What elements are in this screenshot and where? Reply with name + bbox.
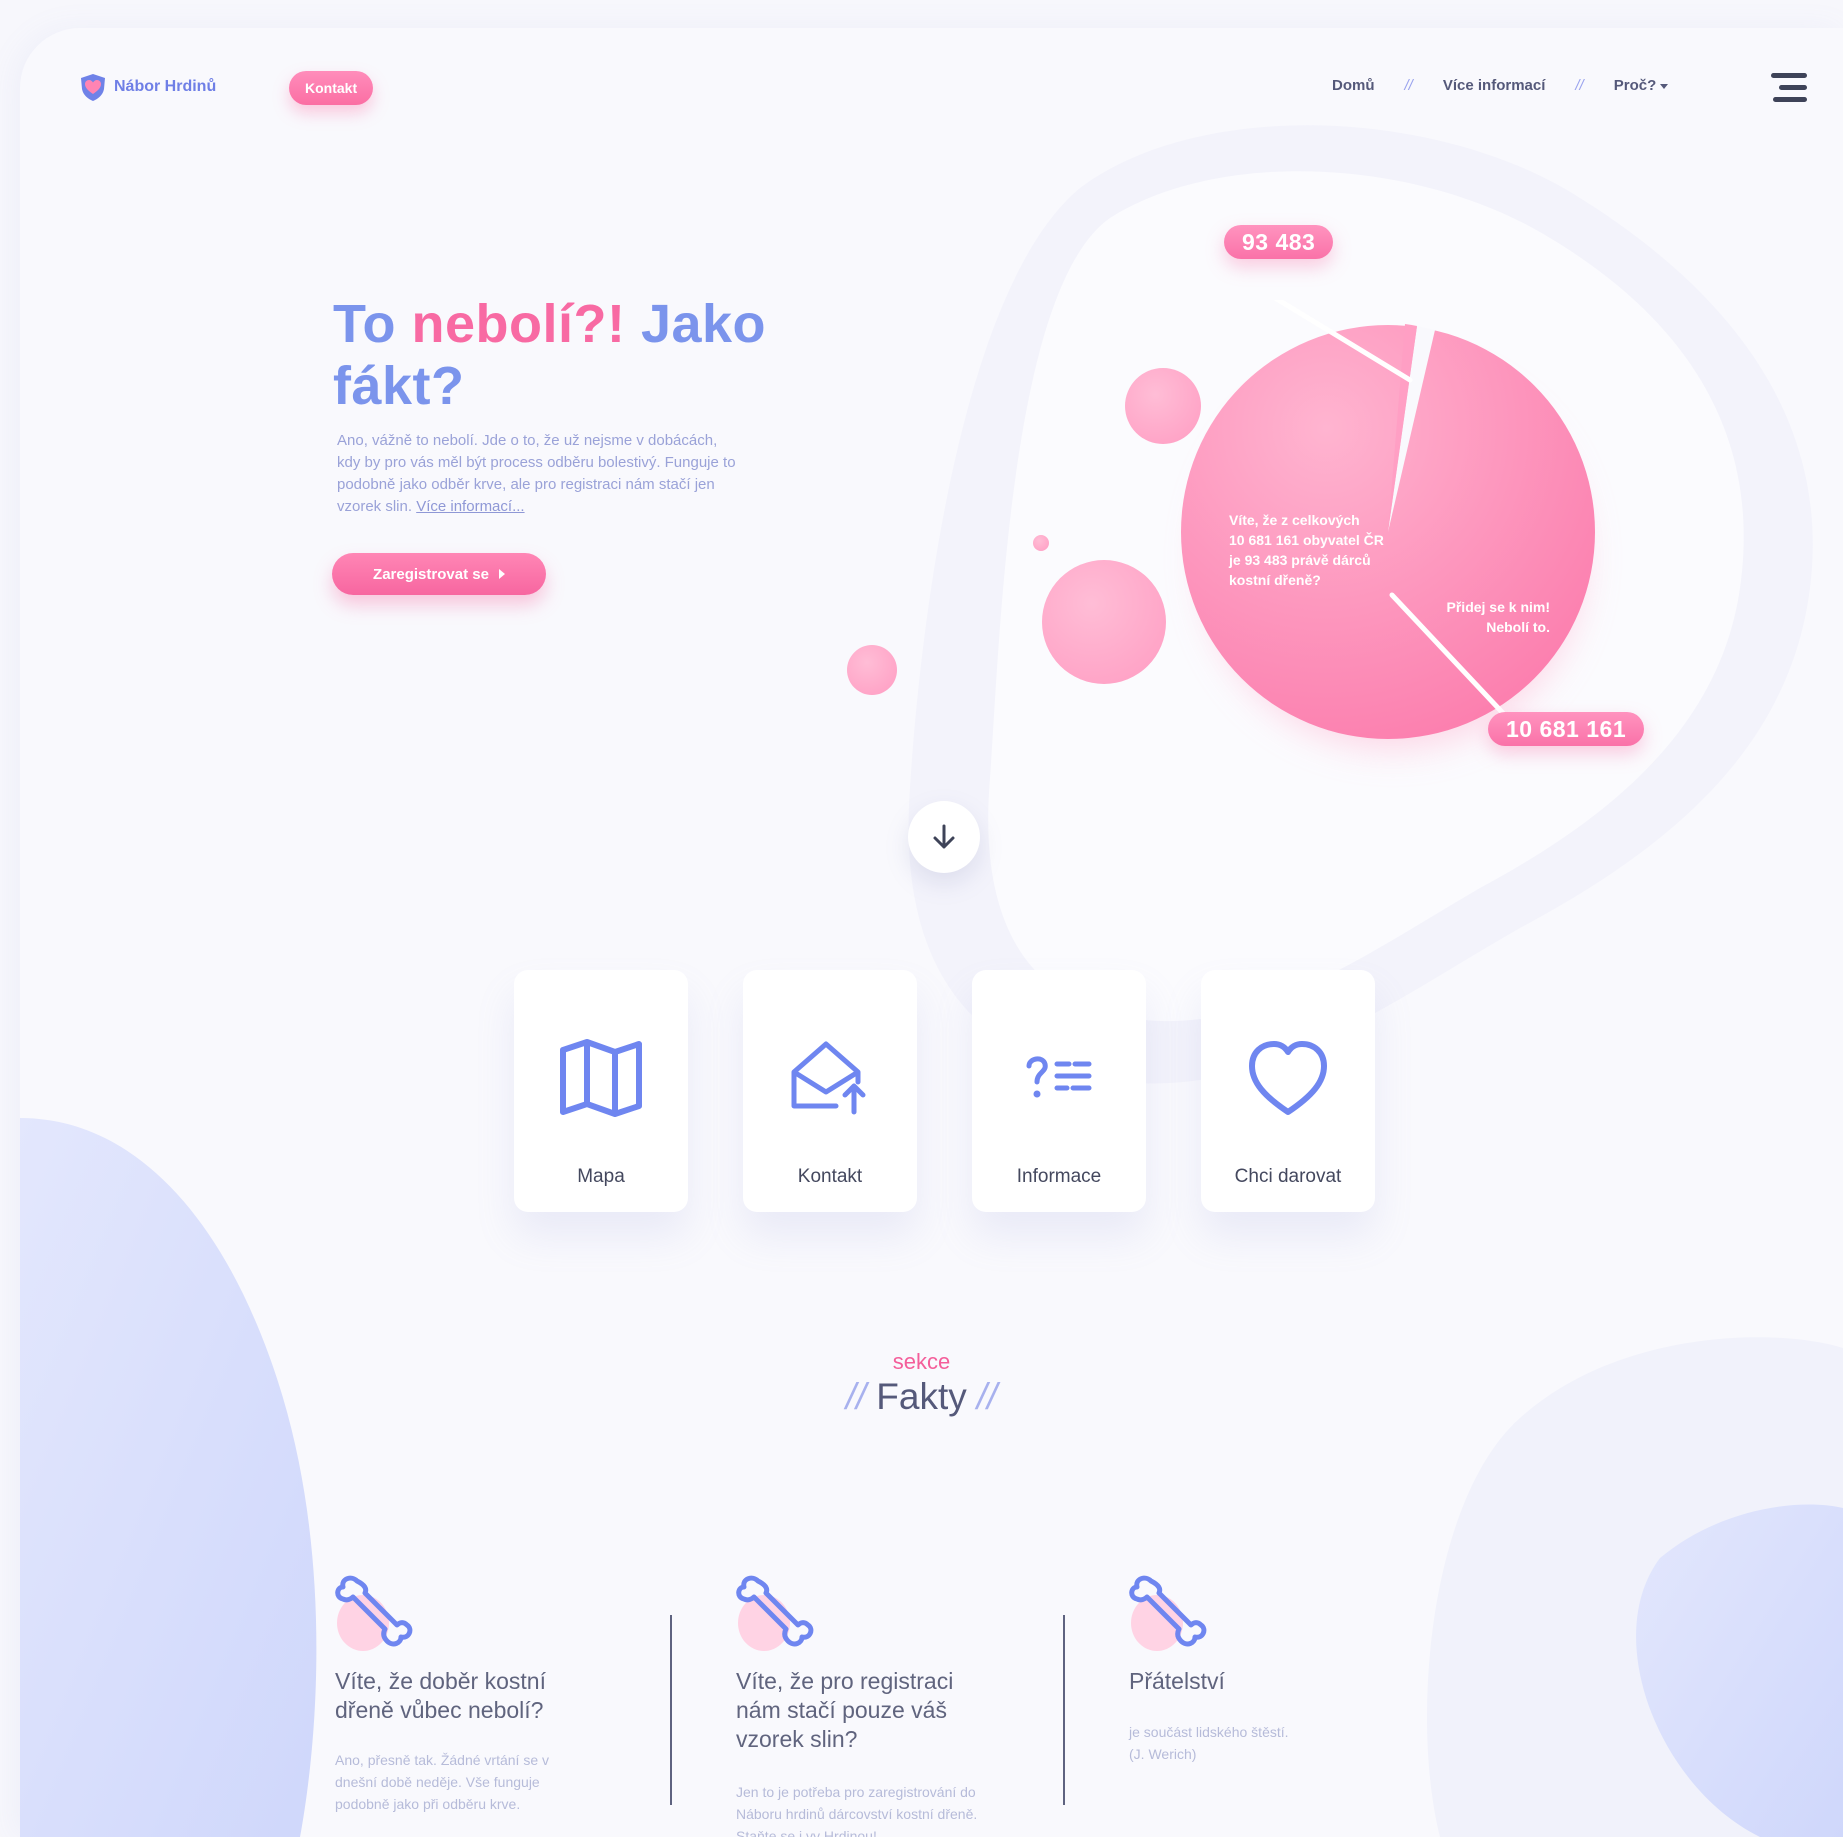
divider: [1063, 1615, 1065, 1805]
pie-question-line: Víte, že z celkových: [1229, 512, 1360, 528]
title-slashes: //: [976, 1376, 998, 1417]
fact-text: Jen to je potřeba pro zaregistrování do …: [736, 1784, 978, 1837]
fact-text: Ano, přesně tak. Žádné vrtání se v dnešn…: [335, 1752, 550, 1812]
title-slashes: //: [845, 1376, 867, 1417]
hamburger-line: [1773, 97, 1807, 102]
shield-heart-icon: [81, 74, 105, 101]
contact-pill-button[interactable]: Kontakt: [289, 71, 374, 105]
main-nav: Domů // Více informací // Proč?: [1332, 77, 1669, 94]
register-button-label: Zaregistrovat se: [373, 565, 489, 583]
nav-more-info[interactable]: Více informací: [1443, 77, 1546, 94]
hero-title-part: To: [333, 294, 412, 354]
card-information[interactable]: Informace: [972, 970, 1146, 1212]
decor-bubble: [1033, 535, 1049, 551]
card-label: Informace: [1016, 1166, 1102, 1187]
fact-title: Víte, že pro registraci nám stačí pouze …: [736, 1668, 954, 1752]
pie-question-line: je 93 483 právě dárců: [1229, 552, 1371, 568]
section-subtitle: sekce: [892, 1349, 951, 1374]
divider: [670, 1615, 672, 1805]
more-info-link[interactable]: Více informací...: [416, 498, 524, 515]
bone-icon: [736, 1575, 814, 1651]
pie-cta-line: Přidej se k nim!: [1446, 599, 1550, 615]
section-title-text: Fakty: [876, 1376, 967, 1417]
hamburger-line: [1771, 73, 1807, 78]
mail-upload-icon: [791, 1041, 866, 1115]
register-button[interactable]: Zaregistrovat se: [332, 553, 546, 595]
play-arrow-icon: [498, 569, 505, 579]
hamburger-menu-button[interactable]: [1771, 71, 1807, 105]
hero-description: Ano, vážně to nebolí. Jde o to, že už ne…: [337, 430, 737, 518]
page: 93 483 10 681 161 Víte, že z celkových 1…: [20, 28, 1843, 1837]
decor-bubble: [847, 645, 897, 695]
hero-title-highlight: nebolí?!: [411, 294, 626, 354]
pie-cta-line: Nebolí to.: [1486, 619, 1550, 635]
population-count-pill: 10 681 161: [1488, 712, 1645, 746]
card-map[interactable]: Mapa: [514, 970, 688, 1212]
card-donate[interactable]: Chci darovat: [1201, 970, 1375, 1212]
hero-title: To nebolí?! Jako fákt?: [333, 293, 803, 417]
map-icon: [560, 1039, 642, 1117]
fact-text: je součást lidského štěstí. (J. Werich): [1129, 1721, 1379, 1765]
card-contact[interactable]: Kontakt: [743, 970, 917, 1212]
logo[interactable]: Nábor Hrdinů: [78, 72, 216, 102]
nav-home[interactable]: Domů: [1332, 77, 1375, 94]
nav-why-dropdown[interactable]: Proč?: [1614, 77, 1669, 94]
pie-question-line: kostní dřeně?: [1229, 572, 1321, 588]
card-label: Kontakt: [797, 1166, 863, 1187]
bone-icon: [1129, 1575, 1207, 1651]
fact-text-author: (J. Werich): [1129, 1746, 1197, 1762]
card-label: Chci darovat: [1234, 1166, 1342, 1187]
nav-why-label: Proč?: [1613, 77, 1657, 94]
pie-question-text: Víte, že z celkových 10 681 161 obyvatel…: [1229, 510, 1384, 590]
hero-description-text: Ano, vážně to nebolí. Jde o to, že už ne…: [337, 432, 736, 515]
pie-cta-text: Přidej se k nim! Nebolí to.: [1340, 597, 1550, 637]
decor-bubble: [1125, 368, 1201, 444]
arrow-down-icon: [933, 824, 955, 849]
question-list-icon: [1026, 1056, 1092, 1098]
caret-down-icon: [1660, 83, 1669, 89]
decor-bubble: [1042, 560, 1166, 684]
heart-icon: [1249, 1041, 1327, 1115]
bone-icon: [335, 1575, 413, 1651]
section-title: //Fakty//: [20, 1376, 1843, 1418]
fact-text-line: je součást lidského štěstí.: [1129, 1724, 1289, 1740]
pie-question-line: 10 681 161 obyvatel ČR: [1229, 532, 1384, 548]
nav-separator: //: [1404, 77, 1413, 94]
fact-title: Přátelství: [1129, 1668, 1225, 1694]
nav-separator: //: [1575, 77, 1584, 94]
logo-text: Nábor Hrdinů: [114, 78, 217, 95]
hamburger-line: [1779, 85, 1807, 90]
scroll-down-button[interactable]: [908, 801, 980, 873]
fact-title: Víte, že doběr kostní dřeně vůbec nebolí…: [335, 1668, 546, 1723]
card-label: Mapa: [577, 1166, 625, 1187]
donors-count-pill: 93 483: [1224, 225, 1334, 259]
